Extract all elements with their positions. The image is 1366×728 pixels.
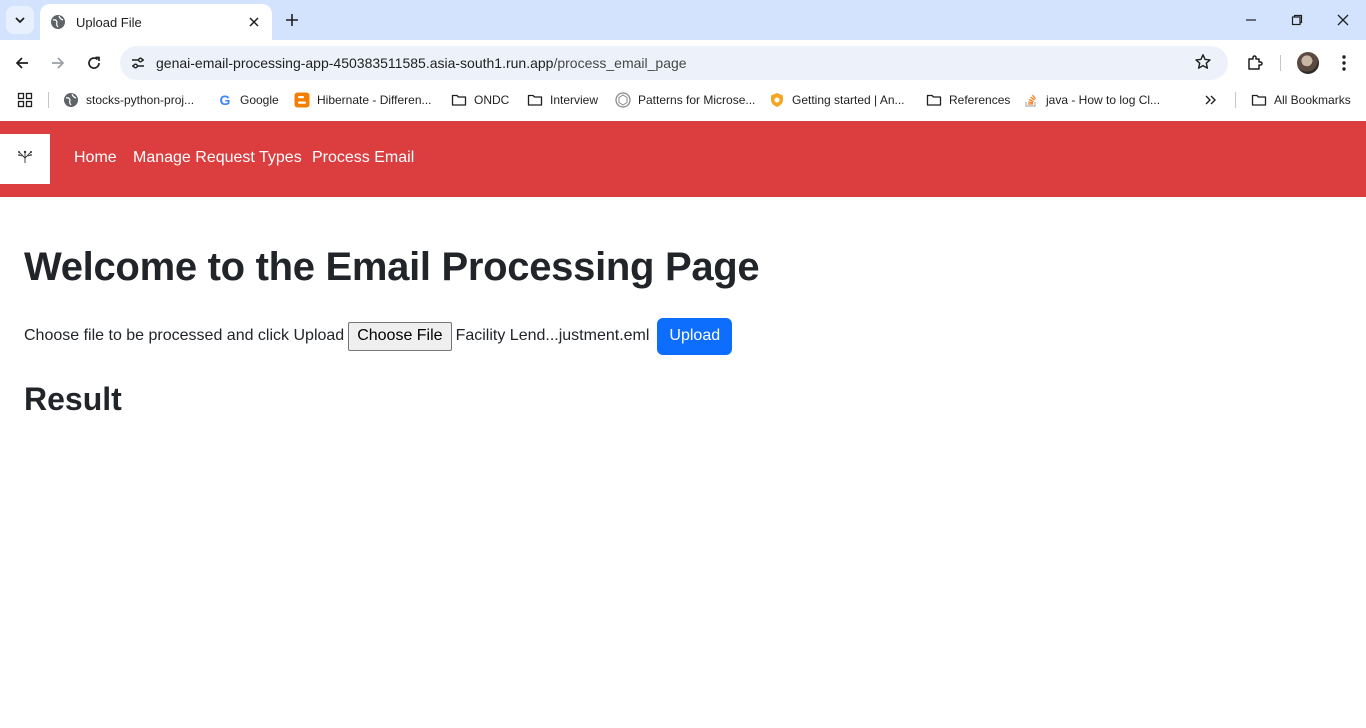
browser-toolbar: genai-email-processing-app-450383511585.… (0, 40, 1366, 86)
upload-form: Choose file to be processed and click Up… (24, 317, 733, 355)
back-arrow-icon[interactable] (8, 49, 36, 77)
apps-grid-icon[interactable] (17, 89, 33, 111)
close-tab-icon[interactable] (246, 14, 262, 30)
tab-search-button[interactable] (6, 6, 34, 34)
shield-icon (769, 92, 785, 108)
tab-strip: Upload File (0, 0, 1366, 40)
blogger-icon (294, 92, 310, 108)
globe-icon (63, 92, 79, 108)
google-icon: G (219, 92, 231, 108)
bookmark-item[interactable]: stocks-python-proj... (63, 89, 194, 111)
bookmark-item[interactable]: G Google (217, 89, 279, 111)
bookmarks-divider (1235, 92, 1236, 108)
url-path: /process_email_page (553, 55, 687, 71)
menu-kebab-icon[interactable] (1332, 51, 1356, 75)
bookmark-label: References (949, 93, 1011, 107)
choose-file-label: Choose file to be processed and click Up… (24, 327, 345, 344)
nav-home-link[interactable]: Home (74, 149, 117, 167)
bookmark-label: java - How to log Cl... (1046, 93, 1161, 107)
bookmark-item[interactable]: ONDC (451, 89, 509, 111)
page-title: Welcome to the Email Processing Page (24, 245, 760, 289)
restore-icon[interactable] (1274, 0, 1320, 40)
globe-icon (50, 14, 66, 30)
bookmark-label: ONDC (474, 93, 510, 107)
new-tab-icon[interactable] (282, 10, 302, 30)
bookmark-item[interactable]: java - How to log Cl... (1023, 89, 1160, 111)
forward-arrow-icon[interactable] (44, 49, 72, 77)
folder-icon (926, 92, 942, 108)
toolbar-divider (1280, 55, 1281, 71)
reload-icon[interactable] (80, 49, 108, 77)
site-navbar: ​ Home Manage Request Types Process Emai… (0, 121, 1366, 197)
url-text: genai-email-processing-app-450383511585.… (156, 55, 687, 71)
profile-avatar[interactable] (1297, 52, 1319, 74)
selected-file-name: Facility Lend...justment.eml (455, 327, 650, 344)
address-bar[interactable]: genai-email-processing-app-450383511585.… (120, 46, 1228, 80)
brand-logo[interactable]: ​ (0, 134, 50, 184)
bookmark-label: Patterns for Microse... (638, 93, 756, 107)
nav-manage-request-types-link[interactable]: Manage Request Types (133, 149, 302, 167)
bookmark-label: Hibernate - Differen... (317, 93, 432, 107)
bookmark-item[interactable]: Getting started | An... (769, 89, 905, 111)
bookmark-label: Google (240, 93, 279, 107)
hexagon-icon (615, 92, 631, 108)
bookmark-item[interactable]: References (926, 89, 1010, 111)
bookmark-star-icon[interactable] (1194, 53, 1214, 73)
bookmark-item[interactable]: Hibernate - Differen... (294, 89, 432, 111)
tree-logo-icon (18, 150, 32, 163)
bookmarks-bar: stocks-python-proj... G Google Hibernate… (0, 86, 1366, 114)
active-tab[interactable]: Upload File (40, 4, 272, 40)
site-info-icon[interactable] (126, 51, 150, 75)
url-host: genai-email-processing-app-450383511585.… (156, 55, 554, 71)
bookmark-label: stocks-python-proj... (86, 93, 195, 107)
folder-icon (1251, 92, 1267, 108)
nav-process-email-link[interactable]: Process Email (312, 149, 414, 167)
stackoverflow-icon (1023, 92, 1039, 108)
result-heading: Result (24, 381, 122, 417)
folder-icon (527, 92, 543, 108)
minimize-icon[interactable] (1228, 0, 1274, 40)
chevron-down-icon (15, 17, 25, 24)
all-bookmarks-label: All Bookmarks (1274, 93, 1351, 107)
upload-button[interactable]: Upload (657, 317, 733, 355)
bookmark-label: Interview (550, 93, 599, 107)
bookmark-item[interactable]: Patterns for Microse... (615, 89, 755, 111)
close-window-icon[interactable] (1320, 0, 1366, 40)
bookmark-item[interactable]: Interview (527, 89, 598, 111)
folder-icon (451, 92, 467, 108)
all-bookmarks-item[interactable]: All Bookmarks (1251, 89, 1351, 111)
extensions-puzzle-icon[interactable] (1243, 51, 1267, 75)
bookmark-label: Getting started | An... (792, 93, 905, 107)
choose-file-button[interactable]: Choose File (348, 321, 452, 351)
bookmarks-divider (48, 92, 49, 108)
more-bookmarks-icon[interactable] (1204, 89, 1218, 111)
tab-title: Upload File (76, 14, 142, 30)
